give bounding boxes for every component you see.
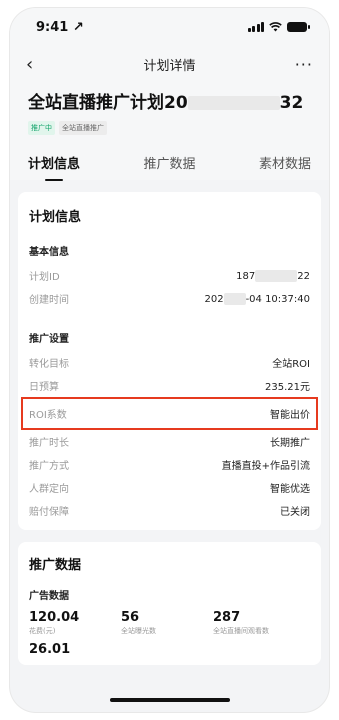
metrics-row: 120.04 花费(元) 56 全站曝光数 287 全站直播间观看数 xyxy=(29,610,310,636)
metric-views: 287 全站直播间观看数 xyxy=(213,610,305,636)
metric-impressions: 56 全站曝光数 xyxy=(121,610,213,636)
redacted-block xyxy=(255,269,298,282)
metrics-row: 26.01 xyxy=(29,642,310,657)
row-value: 直播直投+作品引流 xyxy=(221,461,310,472)
home-indicator xyxy=(110,698,230,702)
type-badge: 全站直播推广 xyxy=(59,121,107,135)
row-key: 推广方式 xyxy=(29,461,69,472)
row-key: 推广时长 xyxy=(29,438,69,449)
redacted-block xyxy=(223,292,246,305)
info-row-plan-id: 计划ID 187 22 xyxy=(29,264,310,287)
card-title: 推广数据 xyxy=(29,558,82,573)
metric-label: 全站曝光数 xyxy=(121,627,156,635)
info-row-duration: 推广时长 长期推广 xyxy=(29,430,310,453)
info-row-targeting: 人群定向 智能优选 xyxy=(29,476,310,499)
info-row-created-time: 创建时间 202 -04 10:37:40 xyxy=(29,287,310,310)
plan-title: 全站直播推广计划20 32 xyxy=(28,93,304,113)
battery-icon xyxy=(287,22,310,32)
metric-value: 120.04 xyxy=(29,610,80,625)
status-badge: 推广中 xyxy=(28,121,55,135)
promo-data-card: 推广数据 广告数据 120.04 花费(元) 56 全站曝光数 287 全站直播… xyxy=(18,542,321,665)
back-button[interactable]: ‹ xyxy=(26,54,50,75)
row-key: 日预算 xyxy=(29,382,59,393)
metric-value: 287 xyxy=(213,610,241,625)
row-value: 智能优选 xyxy=(270,484,310,495)
status-icons xyxy=(247,22,310,32)
page-title: 计划详情 xyxy=(143,58,196,74)
section-title: 基本信息 xyxy=(29,247,69,258)
row-value: 全站ROI xyxy=(272,359,310,370)
row-value: 202 -04 10:37:40 xyxy=(204,292,310,305)
row-value: 长期推广 xyxy=(270,438,310,449)
metric-next: 26.01 xyxy=(29,642,121,657)
plan-header: 全站直播推广计划20 32 推广中 全站直播推广 计划信息 推广数据 素材数据 xyxy=(10,82,329,181)
metric-value: 26.01 xyxy=(29,642,71,657)
row-value: 已关闭 xyxy=(280,507,310,518)
row-key: 赔付保障 xyxy=(29,507,69,518)
section-title: 推广设置 xyxy=(29,334,69,345)
row-key: ROI系数 xyxy=(29,410,67,421)
phone-screen: 9:41 ↗ ‹ 计划详情 ··· 全站直播推广计划20 32 推广中 全站直播推… xyxy=(10,8,329,712)
wifi-icon xyxy=(269,22,282,32)
row-key: 计划ID xyxy=(29,272,60,283)
redacted-block xyxy=(187,96,280,110)
row-value: 智能出价 xyxy=(270,410,310,421)
status-time: 9:41 ↗ xyxy=(36,19,84,35)
info-row-conversion-goal: 转化目标 全站ROI xyxy=(29,351,310,374)
info-row-roi-coefficient: ROI系数 智能出价 xyxy=(21,397,318,430)
card-title: 计划信息 xyxy=(29,210,82,225)
tab-plan-info[interactable]: 计划信息 xyxy=(28,153,80,181)
metric-value: 56 xyxy=(121,610,140,625)
metric-label: 花费(元) xyxy=(29,627,56,635)
metric-spend: 120.04 花费(元) xyxy=(29,610,121,636)
tab-bar: 计划信息 推广数据 素材数据 xyxy=(28,153,311,181)
plan-tags: 推广中 全站直播推广 xyxy=(28,121,311,135)
signal-icon xyxy=(247,22,264,32)
status-bar: 9:41 ↗ xyxy=(10,8,329,46)
info-row-daily-budget: 日预算 235.21元 xyxy=(29,374,310,397)
section-title: 广告数据 xyxy=(29,591,69,602)
plan-info-card: 计划信息 基本信息 计划ID 187 22 创建时间 202 -04 10:37:4… xyxy=(18,192,321,530)
nav-bar: ‹ 计划详情 ··· xyxy=(10,46,329,82)
info-row-method: 推广方式 直播直投+作品引流 xyxy=(29,453,310,476)
tab-promo-data[interactable]: 推广数据 xyxy=(143,153,195,172)
row-value: 235.21元 xyxy=(265,382,310,393)
location-arrow-icon: ↗ xyxy=(72,19,84,35)
row-key: 转化目标 xyxy=(29,359,69,370)
row-value: 187 22 xyxy=(236,269,310,282)
info-row-guarantee: 赔付保障 已关闭 xyxy=(29,499,310,522)
tab-material-data[interactable]: 素材数据 xyxy=(259,153,311,172)
metric-label: 全站直播间观看数 xyxy=(213,627,269,635)
row-key: 人群定向 xyxy=(29,484,69,495)
more-button[interactable]: ··· xyxy=(289,55,313,74)
row-key: 创建时间 xyxy=(29,295,69,306)
